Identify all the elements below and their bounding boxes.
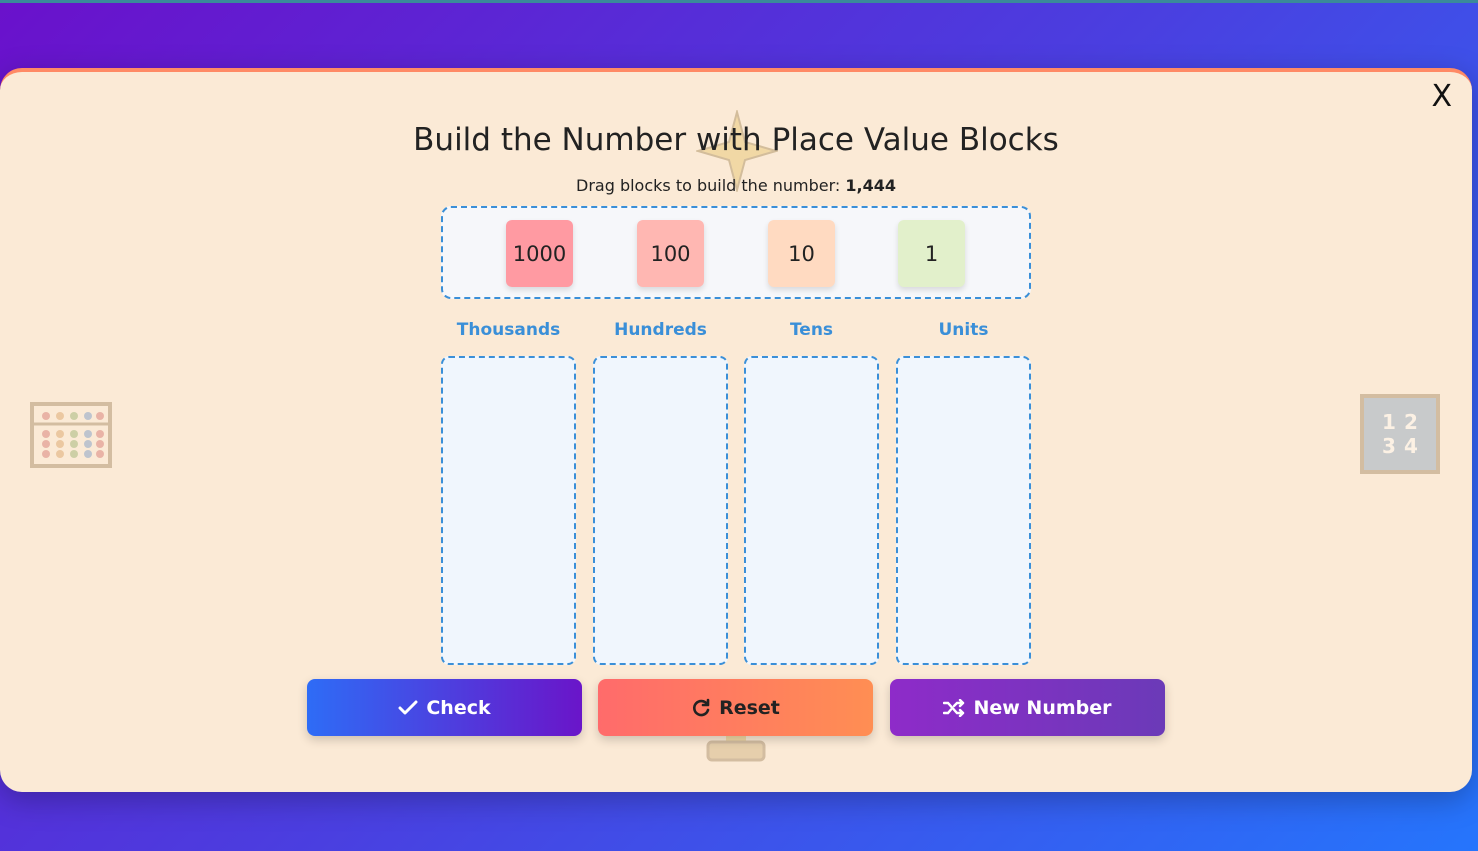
check-button[interactable]: Check xyxy=(307,679,582,736)
reset-button-label: Reset xyxy=(719,696,780,719)
redo-icon xyxy=(693,698,710,716)
number-grid-icon: 1 2 3 4 xyxy=(1360,394,1440,474)
grid-digit: 4 xyxy=(1404,434,1418,458)
column-label-units: Units xyxy=(938,320,989,340)
checkmark-icon xyxy=(398,700,418,714)
column-label-hundreds: Hundreds xyxy=(614,320,707,340)
block-thousand[interactable]: 1000 xyxy=(506,220,573,287)
window-top-border xyxy=(0,0,1478,3)
column-label-tens: Tens xyxy=(789,320,834,340)
new-number-button-label: New Number xyxy=(973,696,1112,719)
drop-zone-tens[interactable] xyxy=(744,356,879,665)
block-unit[interactable]: 1 xyxy=(898,220,965,287)
block-ten[interactable]: 10 xyxy=(768,220,835,287)
abacus-icon xyxy=(30,402,112,468)
grid-digit: 1 xyxy=(1382,410,1396,434)
drop-zone-hundreds[interactable] xyxy=(593,356,728,665)
instruction-text: Drag blocks to build the number: 1,444 xyxy=(0,176,1472,195)
grid-digit: 3 xyxy=(1382,434,1396,458)
shuffle-icon xyxy=(943,698,965,717)
reset-button[interactable]: Reset xyxy=(598,679,873,736)
column-label-thousands: Thousands xyxy=(456,320,561,340)
close-button[interactable]: X xyxy=(1431,82,1452,112)
target-number: 1,444 xyxy=(845,176,896,195)
block-hundred[interactable]: 100 xyxy=(637,220,704,287)
drop-zone-units[interactable] xyxy=(896,356,1031,665)
grid-digit: 2 xyxy=(1404,410,1418,434)
new-number-button[interactable]: New Number xyxy=(890,679,1165,736)
instruction-prefix: Drag blocks to build the number: xyxy=(576,176,841,195)
block-palette: 1000 100 10 1 xyxy=(441,206,1031,299)
check-button-label: Check xyxy=(426,696,491,719)
page-title: Build the Number with Place Value Blocks xyxy=(413,122,1059,158)
drop-zone-thousands[interactable] xyxy=(441,356,576,665)
place-value-modal: 1 2 3 4 X Build the Number with Place Va… xyxy=(0,68,1472,792)
